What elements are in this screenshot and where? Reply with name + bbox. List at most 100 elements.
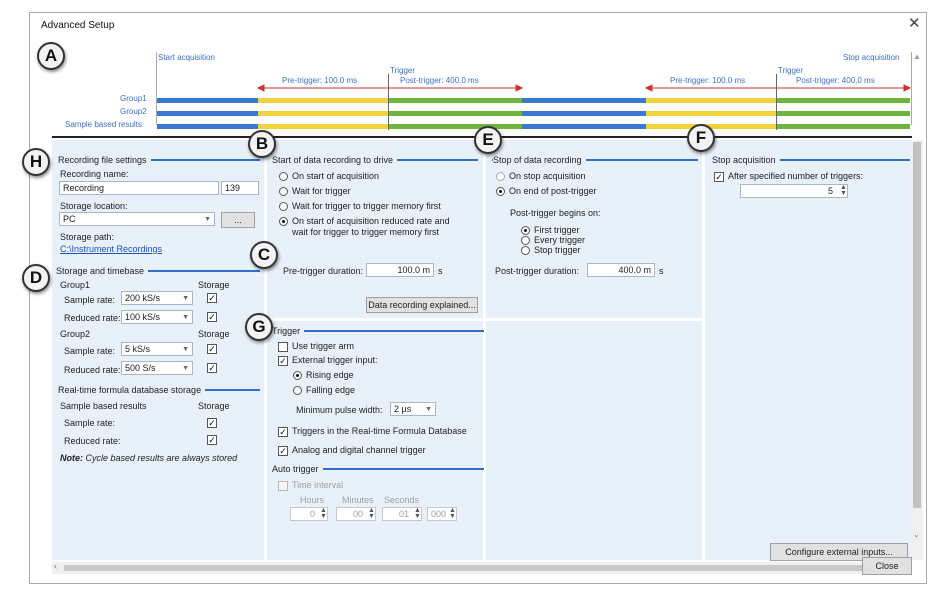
- scroll-down-icon[interactable]: ⌄: [913, 530, 920, 539]
- bar-g2-blue-2: [522, 111, 646, 116]
- seconds-stepper-icon[interactable]: ▲ ▼: [414, 507, 421, 520]
- after-triggers-checkbox[interactable]: ✓: [714, 172, 724, 182]
- radio-falling-edge[interactable]: [293, 386, 302, 395]
- radio-first-trigger[interactable]: [521, 226, 530, 235]
- chevron-down-icon: ▼: [182, 314, 189, 321]
- group2-reduced-rate-value: 500 S/s: [125, 363, 156, 373]
- pretrigger-unit: s: [438, 266, 443, 276]
- radio-on-stop-acquisition[interactable]: [496, 172, 505, 181]
- bar-g1-yellow-2: [646, 98, 776, 103]
- milliseconds-stepper-icon[interactable]: ▲ ▼: [449, 507, 456, 520]
- sample-based-results-label: Sample based results: [60, 401, 147, 411]
- start-option-3-label: Wait for trigger to trigger memory first: [292, 201, 441, 211]
- group1-reduced-rate-select[interactable]: 100 kS/s ▼: [121, 310, 193, 324]
- timeline-scroll-up-icon[interactable]: ▲: [913, 52, 921, 61]
- post-trigger-duration-label: Post-trigger duration:: [495, 266, 580, 276]
- storage-path-link[interactable]: C:\Instrument Recordings: [60, 244, 162, 254]
- scroll-left-icon[interactable]: ‹: [54, 561, 57, 571]
- formula-storage-header: Storage: [198, 401, 230, 411]
- group2-reduced-storage-checkbox[interactable]: ✓: [207, 363, 217, 373]
- every-trigger-label: Every trigger: [534, 235, 586, 245]
- group2-sample-rate-label: Sample rate:: [64, 346, 116, 356]
- bar-sr-blue-2: [522, 124, 646, 129]
- group2-sample-rate-select[interactable]: 5 kS/s ▼: [121, 342, 193, 356]
- chevron-down-icon: ▼: [204, 216, 211, 223]
- trigger-title: Trigger: [272, 326, 305, 336]
- hours-label: Hours: [300, 495, 325, 505]
- recording-counter-input[interactable]: 139: [221, 181, 259, 195]
- storage-location-select[interactable]: PC ▼: [59, 212, 215, 226]
- bar-g1-blue-1: [157, 98, 258, 103]
- group2-label: Group2: [60, 329, 91, 339]
- analog-digital-trigger-checkbox[interactable]: ✓: [278, 446, 288, 456]
- note-text: Cycle based results are always stored: [85, 453, 238, 463]
- stop-trigger-label: Stop trigger: [534, 245, 581, 255]
- callout-a: A: [37, 42, 65, 70]
- formula-triggers-checkbox[interactable]: ✓: [278, 427, 288, 437]
- stop-acquisition-title: Stop acquisition: [712, 155, 780, 165]
- radio-start-acquisition[interactable]: [279, 172, 288, 181]
- radio-every-trigger[interactable]: [521, 236, 530, 245]
- storage-path-label: Storage path:: [60, 232, 115, 242]
- stop-recording-title: Stop of data recording: [493, 155, 586, 165]
- chevron-down-icon: ▼: [182, 295, 189, 302]
- timeline-arrows: [256, 84, 912, 92]
- radio-wait-trigger[interactable]: [279, 187, 288, 196]
- min-pulse-width-label: Minimum pulse width:: [296, 405, 383, 415]
- callout-b: B: [248, 130, 276, 158]
- start-option-4-label-line2: wait for trigger to trigger memory first: [292, 227, 440, 237]
- group1-reduced-rate-label: Reduced rate:: [64, 313, 121, 323]
- bar-sr-green-2: [777, 124, 910, 129]
- use-trigger-arm-checkbox[interactable]: [278, 342, 288, 352]
- radio-end-post-trigger[interactable]: [496, 187, 505, 196]
- after-triggers-stepper-icon[interactable]: ▲ ▼: [840, 184, 847, 197]
- close-button[interactable]: Close: [862, 557, 912, 575]
- group2-reduced-rate-select[interactable]: 500 S/s ▼: [121, 361, 193, 375]
- browse-button[interactable]: ...: [221, 212, 255, 228]
- group2-sample-rate-value: 5 kS/s: [125, 344, 151, 354]
- panel-stop-recording: [486, 140, 702, 318]
- horizontal-scrollbar-thumb[interactable]: [64, 565, 879, 571]
- cycle-results-note: Note: Cycle based results are always sto…: [60, 453, 237, 463]
- storage-timebase-title: Storage and timebase: [56, 266, 149, 276]
- bar-g1-yellow-1: [258, 98, 388, 103]
- group1-storage-header: Storage: [198, 280, 230, 290]
- bar-sr-green-1: [389, 124, 522, 129]
- min-pulse-width-value: 2 µs: [394, 404, 412, 414]
- external-trigger-input-checkbox[interactable]: ✓: [278, 356, 288, 366]
- group1-sample-storage-checkbox[interactable]: ✓: [207, 293, 217, 303]
- after-triggers-label: After specified number of triggers:: [728, 171, 864, 181]
- group2-sample-storage-checkbox[interactable]: ✓: [207, 344, 217, 354]
- data-recording-explained-button[interactable]: Data recording explained...: [366, 297, 478, 313]
- group1-sample-rate-value: 200 kS/s: [125, 293, 161, 303]
- time-interval-checkbox[interactable]: [278, 481, 288, 491]
- radio-stop-trigger[interactable]: [521, 246, 530, 255]
- formula-sample-storage-checkbox[interactable]: ✓: [207, 418, 217, 428]
- group1-sample-rate-select[interactable]: 200 kS/s ▼: [121, 291, 193, 305]
- vertical-scrollbar-thumb[interactable]: [913, 142, 921, 508]
- radio-rising-edge[interactable]: [293, 371, 302, 380]
- use-trigger-arm-label: Use trigger arm: [292, 341, 355, 351]
- post-trigger-begins-label: Post-trigger begins on:: [510, 208, 601, 218]
- start-option-1-label: On start of acquisition: [292, 171, 380, 181]
- recording-name-input[interactable]: Recording: [59, 181, 219, 195]
- bar-g1-green-1: [389, 98, 522, 103]
- auto-trigger-title: Auto trigger: [272, 464, 323, 474]
- seconds-label: Seconds: [384, 495, 420, 505]
- minutes-stepper-icon[interactable]: ▲ ▼: [368, 507, 375, 520]
- chevron-down-icon: ▼: [182, 346, 189, 353]
- radio-reduced-rate-wait[interactable]: [279, 217, 288, 226]
- radio-wait-trigger-memory[interactable]: [279, 202, 288, 211]
- bar-g2-yellow-1: [258, 111, 388, 116]
- panel-empty: [486, 321, 702, 560]
- pretrigger-duration-input[interactable]: 100.0 m: [366, 263, 434, 277]
- hours-stepper-icon[interactable]: ▲ ▼: [320, 507, 327, 520]
- after-triggers-count-input[interactable]: 5: [740, 184, 848, 198]
- group1-reduced-storage-checkbox[interactable]: ✓: [207, 312, 217, 322]
- post-trigger-duration-input[interactable]: 400.0 m: [587, 263, 655, 277]
- minutes-label: Minutes: [342, 495, 374, 505]
- group2-storage-header: Storage: [198, 329, 230, 339]
- formula-reduced-storage-checkbox[interactable]: ✓: [207, 435, 217, 445]
- row-label-sample-results: Sample based results: [65, 120, 142, 129]
- min-pulse-width-select[interactable]: 2 µs ▼: [390, 402, 436, 416]
